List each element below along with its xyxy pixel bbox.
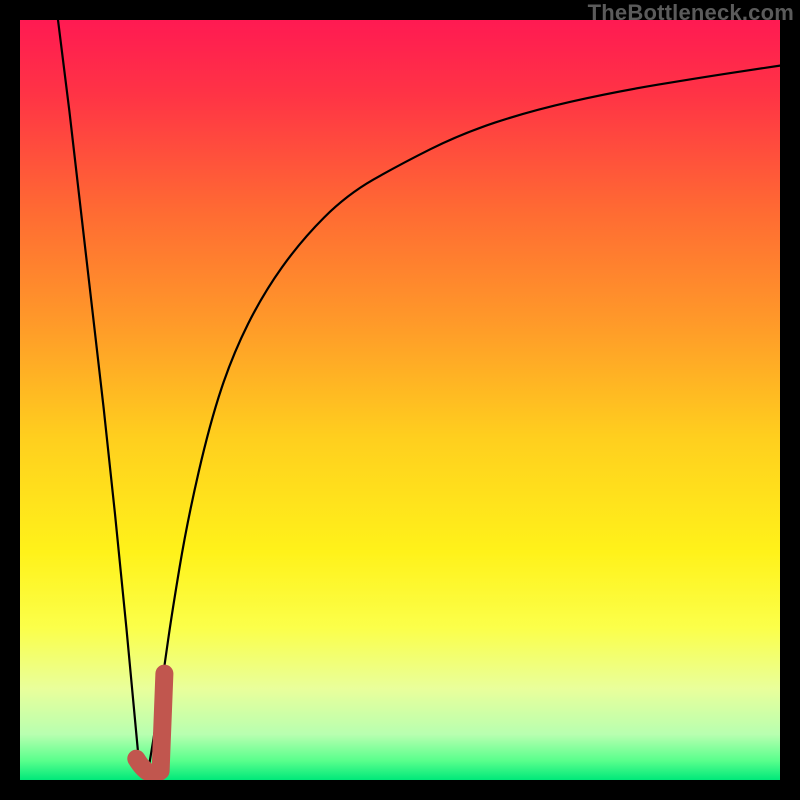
gradient-background — [20, 20, 780, 780]
chart-svg — [20, 20, 780, 780]
outer-frame: TheBottleneck.com — [0, 0, 800, 800]
plot-area — [20, 20, 780, 780]
